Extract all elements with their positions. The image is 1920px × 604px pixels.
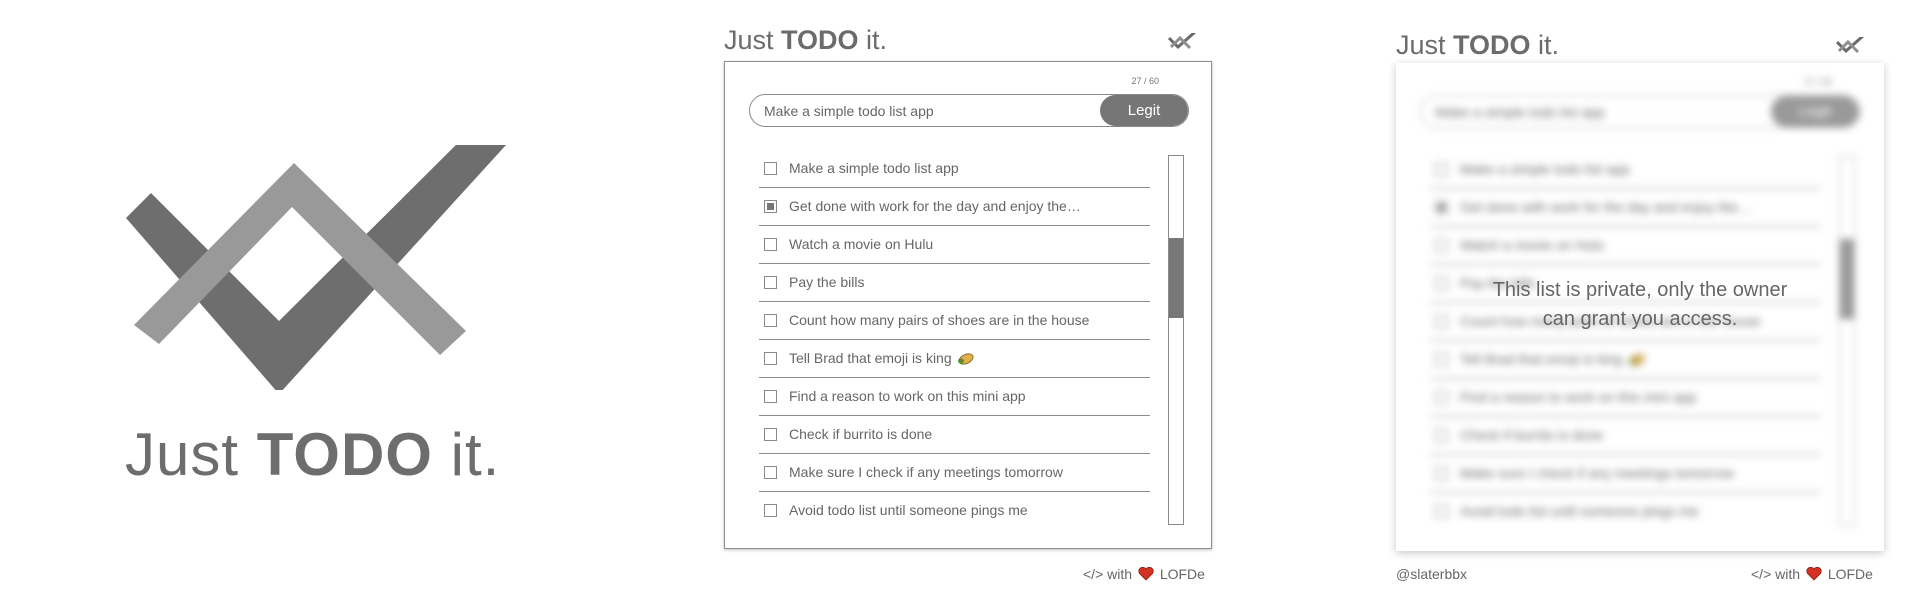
footer-credit: </> with LOFDe (1083, 566, 1205, 582)
todo-item-text[interactable]: Tell Brad that emoji is king (789, 350, 952, 366)
app-logo-large (126, 145, 506, 390)
logo-dark-stroke (126, 145, 506, 390)
todo-item-text[interactable]: Avoid todo list until someone pings me (789, 502, 1028, 518)
todo-item-text[interactable]: Make a simple todo list app (789, 160, 959, 176)
checkbox[interactable] (764, 162, 777, 175)
checkbox (1435, 353, 1448, 366)
todo-item-text: Make sure I check if any meetings tomorr… (1460, 465, 1734, 481)
todo-item-text[interactable]: Check if burrito is done (789, 426, 932, 442)
private-access-message: This list is private, only the owner can… (1492, 279, 1788, 330)
todo-item-text[interactable]: Count how many pairs of shoes are in the… (789, 312, 1089, 328)
todo-item-text: Get done with work for the day and enjoy… (1460, 199, 1752, 215)
todo-item: Check if burrito is done (1430, 417, 1821, 455)
todo-item-text[interactable]: Find a reason to work on this mini app (789, 388, 1026, 404)
checkbox[interactable] (764, 314, 777, 327)
todo-input-row-blurred: Legit (1420, 95, 1860, 128)
footer-credit-private: </> with LOFDe (1751, 566, 1873, 582)
checkbox (1435, 239, 1448, 252)
todo-item-text: Check if burrito is done (1460, 427, 1604, 443)
burrito-emoji-icon (957, 353, 974, 365)
todo-item: Check if burrito is done (759, 416, 1150, 454)
todo-item-text: Avoid todo list until someone pings me (1460, 503, 1699, 519)
todo-list: Make a simple todo list app Get done with… (759, 150, 1150, 530)
checkbox-checked[interactable] (764, 200, 777, 213)
todo-item-text: Make a simple todo list app (1460, 161, 1630, 177)
todo-item: Watch a movie on Hulu (759, 226, 1150, 264)
todo-item: Make sure I check if any meetings tomorr… (759, 454, 1150, 492)
todo-card: 27 / 60 Legit Make a simple todo list ap… (724, 61, 1212, 549)
hero-title: Just TODO it. (125, 421, 501, 488)
todo-item: Watch a movie on Hulu (1430, 227, 1821, 265)
todo-item: Avoid todo list until someone pings me (1430, 493, 1821, 531)
todo-item-text-wrap: Tell Brad that emoji is king (1460, 351, 1646, 367)
checkbox (1435, 429, 1448, 442)
scrollbar-blurred (1839, 156, 1855, 526)
todo-item: Find a reason to work on this mini app (759, 378, 1150, 416)
todo-input[interactable] (750, 95, 1114, 126)
panel-title-private: Just TODO it. (1396, 30, 1560, 60)
checkbox[interactable] (764, 390, 777, 403)
checkbox (1435, 505, 1448, 518)
heart-icon (1806, 567, 1822, 581)
checkbox[interactable] (764, 504, 777, 517)
panel-title: Just TODO it. (724, 25, 888, 55)
checkbox (1435, 467, 1448, 480)
heart-icon (1138, 567, 1154, 581)
checkbox[interactable] (764, 428, 777, 441)
todo-item-text[interactable]: Get done with work for the day and enjoy… (789, 198, 1081, 214)
checkbox (1435, 163, 1448, 176)
todo-item: Get done with work for the day and enjoy… (1430, 189, 1821, 227)
todo-item: Find a reason to work on this mini app (1430, 379, 1821, 417)
logo-menu-icon-private[interactable] (1836, 37, 1864, 57)
todo-input-blurred (1421, 96, 1785, 127)
todo-input-row: Legit (749, 94, 1189, 127)
burrito-emoji (952, 350, 975, 366)
checkbox[interactable] (764, 276, 777, 289)
todo-item: Count how many pairs of shoes are in the… (759, 302, 1150, 340)
scrollbar[interactable] (1168, 155, 1184, 525)
checkbox-checked (1435, 201, 1448, 214)
todo-item-text: Find a reason to work on this mini app (1460, 389, 1697, 405)
logo-menu-icon[interactable] (1168, 33, 1196, 53)
todo-item-text-wrap: Tell Brad that emoji is king (789, 350, 975, 366)
checkbox (1435, 391, 1448, 404)
legit-button-blurred: Legit (1771, 96, 1859, 127)
checkbox[interactable] (764, 238, 777, 251)
todo-item: Make a simple todo list app (759, 150, 1150, 188)
todo-item-text: Tell Brad that emoji is king (1460, 351, 1623, 367)
todo-item: Pay the bills (759, 264, 1150, 302)
todo-item: Tell Brad that emoji is king (1430, 341, 1821, 379)
todo-item: Tell Brad that emoji is king (759, 340, 1150, 378)
todo-item-text[interactable]: Watch a movie on Hulu (789, 236, 933, 252)
todo-item-text[interactable]: Pay the bills (789, 274, 864, 290)
todo-list-blurred: Make a simple todo list app Get done with… (1430, 151, 1821, 531)
todo-item-text[interactable]: Make sure I check if any meetings tomorr… (789, 464, 1063, 480)
todo-item: Make sure I check if any meetings tomorr… (1430, 455, 1821, 493)
private-todo-card: 27 / 60 Legit Make a simple todo list ap… (1396, 63, 1884, 551)
burrito-emoji-icon (1628, 354, 1645, 366)
author-handle[interactable]: @slaterbbx (1396, 566, 1467, 582)
todo-item: Avoid todo list until someone pings me (759, 492, 1150, 530)
todo-item: Make a simple todo list app (1430, 151, 1821, 189)
char-counter-blurred: 27 / 60 (1804, 77, 1832, 87)
todo-item: Get done with work for the day and enjoy… (759, 188, 1150, 226)
char-counter: 27 / 60 (1131, 76, 1159, 86)
legit-button[interactable]: Legit (1100, 95, 1188, 126)
checkbox[interactable] (764, 352, 777, 365)
checkbox[interactable] (764, 466, 777, 479)
scrollbar-thumb[interactable] (1169, 238, 1183, 318)
todo-item-text: Watch a movie on Hulu (1460, 237, 1605, 253)
burrito-emoji (1623, 351, 1646, 367)
